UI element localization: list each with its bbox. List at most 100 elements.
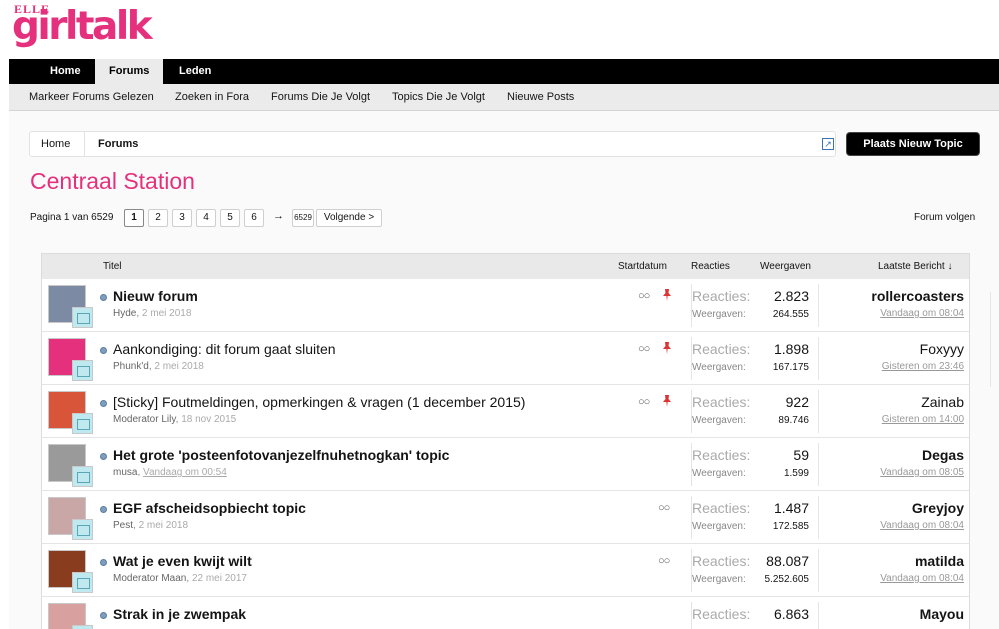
topic-start-date: 2 mei 2018: [141, 308, 192, 319]
replies-count: 1.487: [773, 500, 809, 516]
topic-author[interactable]: Pest: [113, 520, 133, 531]
header-last-post[interactable]: Laatste Bericht ↓: [878, 254, 952, 280]
views-label: Weergaven:: [692, 415, 746, 426]
views-count: 167.175: [772, 362, 809, 373]
header-views[interactable]: Weergaven: [760, 254, 811, 280]
subnav-search[interactable]: Zoeken in Fora: [175, 84, 249, 111]
topic-meta: Moderator Maan, 22 mei 2017: [113, 573, 247, 584]
page-title: Centraal Station: [30, 168, 195, 194]
topic-row[interactable]: Aankondiging: dit forum gaat sluiten Phun…: [41, 332, 970, 385]
topic-meta: musa, Vandaag om 00:54: [113, 467, 227, 478]
tab-forums[interactable]: Forums: [95, 59, 164, 84]
page-6-button[interactable]: 6: [244, 209, 264, 227]
tab-home[interactable]: Home: [36, 59, 95, 84]
topic-start-date: 2 mei 2018: [154, 361, 204, 372]
user-mini-avatar[interactable]: [72, 307, 93, 328]
topic-author[interactable]: Moderator Lily: [113, 414, 176, 425]
glasses-icon: ○○: [658, 555, 670, 567]
page-last-button[interactable]: 6529: [292, 209, 314, 227]
topic-author[interactable]: Phunk'd: [113, 361, 149, 372]
page-2-button[interactable]: 2: [148, 209, 168, 227]
last-post-date[interactable]: Vandaag om 08:04: [880, 308, 964, 319]
topic-meta: Hyde, 2 mei 2018: [113, 308, 192, 319]
header-startdate[interactable]: Startdatum: [618, 254, 667, 280]
topic-row[interactable]: Wat je even kwijt wilt Moderator Maan, 22…: [41, 544, 970, 597]
subnav-followed-forums[interactable]: Forums Die Je Volgt: [271, 84, 370, 111]
last-post-user[interactable]: Greyjoy: [912, 500, 964, 516]
user-mini-avatar[interactable]: [72, 625, 93, 629]
user-mini-avatar[interactable]: [72, 413, 93, 434]
topic-title-link[interactable]: Strak in je zwempak: [113, 606, 246, 622]
subnav-new-posts[interactable]: Nieuwe Posts: [507, 84, 574, 111]
next-page-button[interactable]: Volgende >: [316, 209, 382, 227]
views-label: Weergaven:: [692, 309, 746, 320]
sub-navigation: Markeer Forums Gelezen Zoeken in Fora Fo…: [9, 84, 999, 111]
replies-label: Reacties:: [692, 500, 751, 516]
replies-count: 922: [785, 394, 809, 410]
glasses-icon: ○○: [638, 343, 650, 355]
views-count: 89.746: [778, 415, 809, 426]
views-label: Weergaven:: [692, 574, 746, 585]
topic-row[interactable]: Het grote 'posteenfotovanjezelfnuhetnogk…: [41, 438, 970, 491]
subnav-mark-read[interactable]: Markeer Forums Gelezen: [29, 84, 154, 111]
pin-icon: [663, 342, 671, 354]
last-post-user[interactable]: Mayou: [920, 606, 964, 622]
page-5-button[interactable]: 5: [220, 209, 240, 227]
replies-label: Reacties:: [692, 606, 751, 622]
replies-label: Reacties:: [692, 553, 751, 569]
header-title[interactable]: Titel: [103, 254, 122, 280]
topic-row[interactable]: EGF afscheidsopbiecht topic Pest, 2 mei 2…: [41, 491, 970, 544]
breadcrumb-forums[interactable]: Forums: [98, 132, 138, 156]
last-post-user[interactable]: matilda: [915, 553, 964, 569]
user-mini-avatar[interactable]: [72, 572, 93, 593]
new-topic-button[interactable]: Plaats Nieuw Topic: [847, 133, 979, 155]
topic-title-link[interactable]: [Sticky] Foutmeldingen, opmerkingen & vr…: [113, 394, 525, 410]
tab-leden[interactable]: Leden: [165, 59, 225, 84]
jump-to-icon[interactable]: ↗: [822, 138, 834, 150]
topic-row[interactable]: Strak in je zwempak Reacties: 6.863 Mayou: [41, 597, 970, 629]
breadcrumb-home[interactable]: Home: [41, 132, 70, 156]
site-logo[interactable]: ELLE girltalk: [12, 2, 153, 50]
topic-start-date: 18 nov 2015: [181, 414, 237, 425]
topic-title-link[interactable]: Het grote 'posteenfotovanjezelfnuhetnogk…: [113, 447, 449, 463]
follow-forum-link[interactable]: Forum volgen: [914, 212, 975, 223]
topic-status-icon: [100, 612, 107, 619]
last-post-user[interactable]: Zainab: [921, 394, 964, 410]
last-post-date[interactable]: Gisteren om 14:00: [882, 414, 964, 425]
last-post-user[interactable]: Foxyyy: [920, 341, 964, 357]
page-1-button[interactable]: 1: [124, 209, 144, 227]
glasses-icon: ○○: [638, 396, 650, 408]
views-count: 1.599: [783, 468, 809, 479]
topic-title-link[interactable]: Wat je even kwijt wilt: [113, 553, 252, 569]
topic-row[interactable]: [Sticky] Foutmeldingen, opmerkingen & vr…: [41, 385, 970, 438]
side-panel-edge: [990, 292, 999, 387]
last-post-date[interactable]: Vandaag om 08:04: [880, 520, 964, 531]
topic-meta: Moderator Lily, 18 nov 2015: [113, 414, 237, 425]
user-mini-avatar[interactable]: [72, 519, 93, 540]
last-post-user[interactable]: Degas: [922, 447, 964, 463]
last-post-date[interactable]: Vandaag om 08:05: [880, 467, 964, 478]
topic-list-header: Titel Startdatum Reacties Weergaven Laat…: [41, 253, 970, 279]
topic-title-link[interactable]: Aankondiging: dit forum gaat sluiten: [113, 341, 336, 357]
page-4-button[interactable]: 4: [196, 209, 216, 227]
subnav-followed-topics[interactable]: Topics Die Je Volgt: [392, 84, 485, 111]
page-3-button[interactable]: 3: [172, 209, 192, 227]
topic-author[interactable]: Hyde: [113, 308, 136, 319]
logo-girltalk-text: girltalk: [12, 4, 153, 49]
last-post-user[interactable]: rollercoasters: [871, 288, 964, 304]
topic-status-icon: [100, 559, 107, 566]
replies-count: 59: [793, 447, 809, 463]
topic-title-link[interactable]: Nieuw forum: [113, 288, 198, 304]
topic-author[interactable]: Moderator Maan: [113, 573, 186, 584]
user-mini-avatar[interactable]: [72, 466, 93, 487]
topic-title-link[interactable]: EGF afscheidsopbiecht topic: [113, 500, 306, 516]
last-post-date[interactable]: Vandaag om 08:04: [880, 573, 964, 584]
topic-row[interactable]: Nieuw forum Hyde, 2 mei 2018 ○○ Reacties: 2.…: [41, 279, 970, 332]
replies-count: 6.863: [773, 606, 809, 622]
user-mini-avatar[interactable]: [72, 360, 93, 381]
last-post-date[interactable]: Gisteren om 23:46: [882, 361, 964, 372]
views-count: 5.252.605: [764, 574, 810, 585]
topic-author[interactable]: musa: [113, 467, 137, 478]
header-replies[interactable]: Reacties: [691, 254, 730, 280]
topic-start-date: 22 mei 2017: [191, 573, 247, 584]
